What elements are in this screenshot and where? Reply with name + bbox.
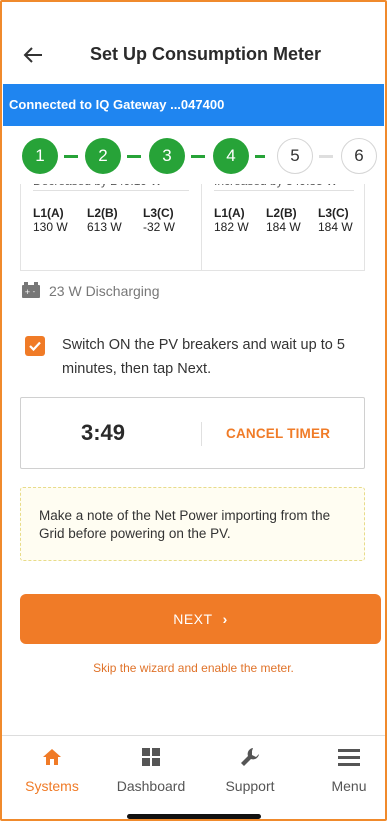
divider <box>201 422 202 446</box>
step-connector <box>64 155 78 158</box>
phase-l1: L1(A) 130 W <box>33 206 93 234</box>
meter-card-before: Decreased by 249.19 W L1(A) 130 W L2(B) … <box>21 178 203 270</box>
home-indicator <box>127 814 261 819</box>
confirm-checkbox[interactable] <box>25 336 45 356</box>
phase-value: -32 W <box>143 220 176 234</box>
home-icon <box>43 749 61 765</box>
step-connector <box>191 155 205 158</box>
step-4: 4 <box>213 138 249 174</box>
step-6: 6 <box>341 138 377 174</box>
meter-readings-card: Decreased by 249.19 W L1(A) 130 W L2(B) … <box>20 178 365 271</box>
chevron-right-icon: › <box>222 611 228 627</box>
step-connector <box>127 155 141 158</box>
phase-l2: L2(B) 184 W <box>266 206 326 234</box>
phase-value: 182 W <box>214 220 249 234</box>
phase-value: 184 W <box>266 220 301 234</box>
phase-label: L1(A) <box>33 206 64 220</box>
timer-panel: 3:49 CANCEL TIMER <box>20 397 365 469</box>
step-2: 2 <box>85 138 121 174</box>
phase-label: L3(C) <box>143 206 174 220</box>
tab-label: Support <box>225 778 275 794</box>
step-3: 3 <box>149 138 185 174</box>
tab-label: Dashboard <box>116 778 186 794</box>
battery-icon: + - <box>22 282 40 298</box>
tab-dashboard[interactable]: Dashboard <box>103 736 199 806</box>
tab-systems[interactable]: Systems <box>4 736 100 806</box>
phase-label: L3(C) <box>318 206 349 220</box>
next-button[interactable]: NEXT › <box>20 594 381 644</box>
note-box: Make a note of the Net Power importing f… <box>20 487 365 561</box>
phase-l2: L2(B) 613 W <box>87 206 147 234</box>
tab-label: Systems <box>25 778 79 794</box>
phase-label: L2(B) <box>266 206 297 220</box>
dashboard-icon <box>142 748 160 766</box>
bottom-tab-bar: Systems Dashboard Support Menu <box>0 735 387 821</box>
step-connector <box>255 155 265 158</box>
svg-text:+ -: + - <box>25 288 36 296</box>
menu-icon <box>338 749 360 766</box>
battery-text: 23 W Discharging <box>49 283 160 299</box>
tab-support[interactable]: Support <box>202 736 298 806</box>
meter-card-after: Increased by 349.85 W L1(A) 182 W L2(B) … <box>202 178 364 270</box>
phase-value: 613 W <box>87 220 122 234</box>
progress-stepper: 1 2 3 4 5 6 <box>0 126 387 184</box>
phase-label: L1(A) <box>214 206 245 220</box>
step-1: 1 <box>22 138 58 174</box>
page-title: Set Up Consumption Meter <box>89 44 321 64</box>
step-5: 5 <box>277 138 313 174</box>
phase-value: 184 W <box>318 220 353 234</box>
tab-label: Menu <box>331 778 367 794</box>
divider <box>33 190 189 191</box>
instruction-text: Switch ON the PV breakers and wait up to… <box>62 337 345 377</box>
phase-l3: L3(C) 184 W <box>318 206 364 234</box>
phase-label: L2(B) <box>87 206 118 220</box>
divider <box>214 190 354 191</box>
phase-l3: L3(C) -32 W <box>143 206 203 234</box>
connection-banner: Connected to IQ Gateway ...047400 <box>3 84 384 126</box>
tab-menu[interactable]: Menu <box>301 736 387 806</box>
timer-countdown: 3:49 <box>81 420 126 445</box>
skip-wizard-link[interactable]: Skip the wizard and enable the meter. <box>0 661 387 675</box>
cancel-timer-button[interactable]: CANCEL TIMER <box>226 426 330 441</box>
phase-value: 130 W <box>33 220 68 234</box>
checkmark-icon <box>29 341 41 352</box>
phase-l1: L1(A) 182 W <box>214 206 274 234</box>
step-connector <box>319 155 333 158</box>
next-label: NEXT <box>173 611 213 627</box>
header: Set Up Consumption Meter <box>0 0 387 84</box>
wrench-icon <box>241 748 259 766</box>
